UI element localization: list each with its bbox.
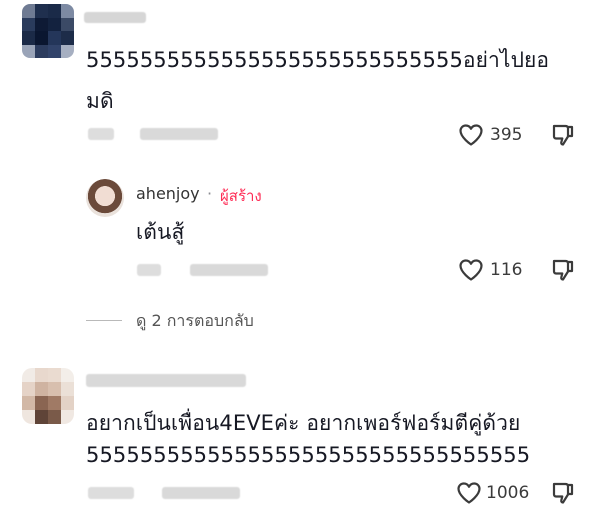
thumbs-down-icon[interactable] [551, 258, 575, 282]
timestamp-redacted [88, 487, 134, 499]
reply-timestamp-redacted [137, 264, 161, 276]
view-replies-button[interactable]: ดู 2 การตอบกลับ [86, 308, 316, 332]
avatar[interactable] [22, 4, 74, 58]
reply-button-redacted[interactable] [140, 128, 218, 140]
like-count: 395 [490, 125, 523, 145]
heart-outline-icon [456, 481, 482, 505]
timestamp-redacted [88, 128, 114, 140]
comment-text-line1: อยากเป็นเพื่อน4EVEค่ะ อยากเพอร์ฟอร์มตีคู… [86, 411, 521, 435]
avatar[interactable] [22, 368, 74, 424]
reply-reply-button-redacted[interactable] [190, 264, 268, 276]
comment-text-line2: 555555555555555555555555555555555 [86, 443, 531, 467]
comment-text-line2: มดิ [86, 89, 114, 113]
thumbs-down-icon[interactable] [551, 481, 575, 505]
reply-like-count: 116 [490, 260, 523, 280]
username-redacted[interactable] [84, 12, 146, 23]
like-count: 1006 [486, 483, 530, 503]
creator-avatar[interactable] [86, 179, 124, 217]
view-replies-label: ดู 2 การตอบกลับ [136, 311, 254, 330]
like-button[interactable]: 395 [458, 123, 526, 149]
reply-like-button[interactable]: 116 [458, 258, 526, 284]
heart-outline-icon [458, 123, 484, 147]
like-button[interactable]: 1006 [456, 481, 536, 507]
heart-outline-icon [458, 258, 484, 282]
reply-text: เต้นสู้ [136, 220, 185, 244]
comment-text-line1: 5555555555555555555555555555อย่าไปยอ [86, 48, 550, 72]
reply-button-redacted[interactable] [162, 487, 240, 499]
creator-badge: ผู้สร้าง [220, 187, 262, 205]
creator-username[interactable]: ahenjoy [136, 184, 200, 203]
thumbs-down-icon[interactable] [551, 123, 575, 147]
name-separator: · [207, 184, 213, 203]
username-redacted[interactable] [86, 374, 246, 387]
view-replies-divider [86, 320, 122, 321]
